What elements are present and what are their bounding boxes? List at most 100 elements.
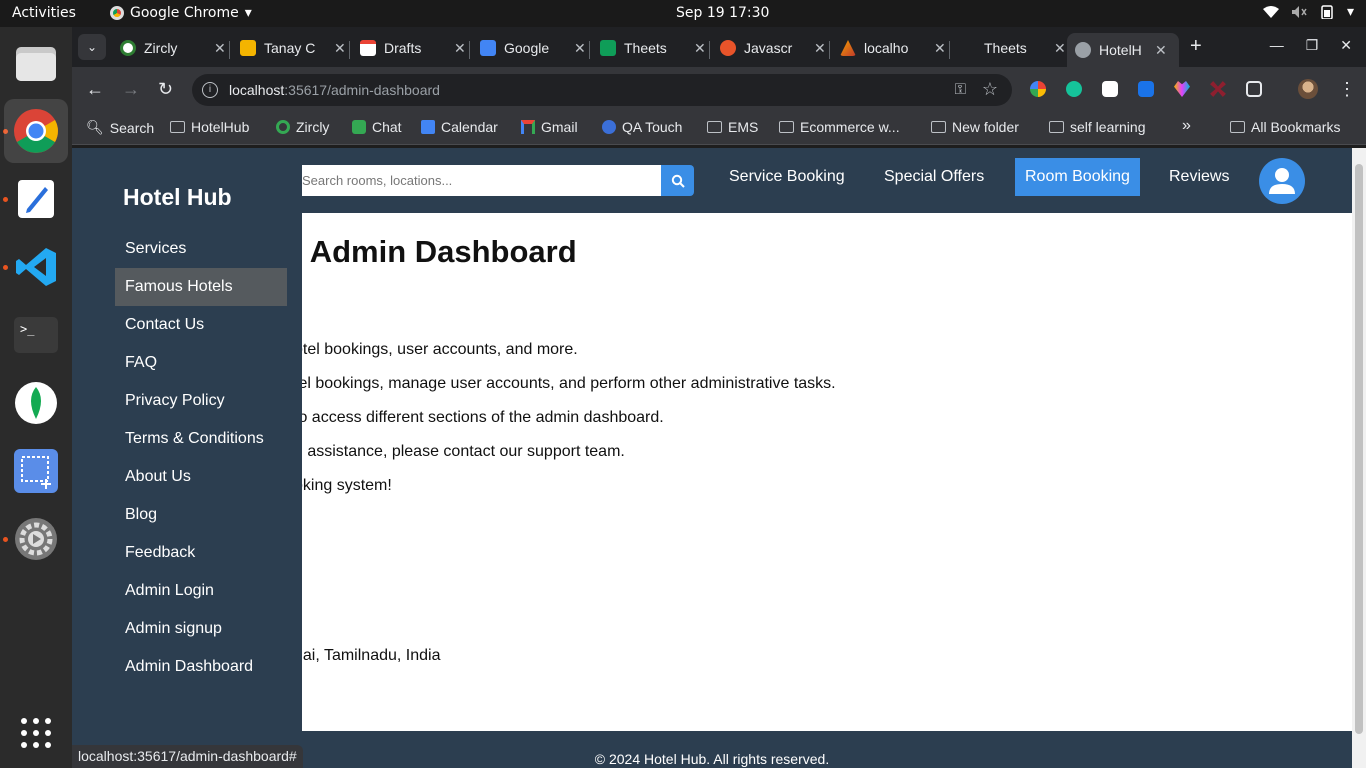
app-menu[interactable]: Google Chrome ▾ [110,5,252,21]
back-button[interactable]: ← [86,79,104,100]
bookmark-zircly[interactable]: Zircly [276,119,329,135]
tab-gmail-drafts[interactable]: Drafts ✕ [352,33,466,63]
x-extension-icon[interactable] [1210,81,1226,97]
notion-extension-icon[interactable] [1102,81,1118,97]
color-picker-extension-icon[interactable] [1030,81,1046,97]
tab-google-calendar[interactable]: Google ✕ [472,33,586,63]
sidebar-item-privacy-policy[interactable]: Privacy Policy [115,382,287,420]
scrollbar-thumb[interactable] [1355,164,1363,734]
nav-special-offers[interactable]: Special Offers [874,158,994,196]
close-icon[interactable]: ✕ [214,40,226,57]
vscode-icon [16,248,56,286]
bookmark-ecommerce[interactable]: Ecommerce w... [779,119,900,135]
sidebar-item-terms[interactable]: Terms & Conditions [115,420,287,458]
tab-hotelhub-active[interactable]: HotelH ✕ [1067,33,1179,67]
mongodb-app-icon[interactable] [12,379,60,427]
system-tray[interactable]: ▾ [1262,4,1354,20]
running-indicator [3,265,8,270]
star-icon[interactable]: ☆ [982,79,998,100]
close-icon[interactable]: ✕ [814,40,826,57]
grammarly-extension-icon[interactable] [1066,81,1082,97]
more-menu-icon[interactable]: ⋮ [1338,79,1356,100]
bookmark-all-bookmarks[interactable]: All Bookmarks [1230,119,1340,135]
sidebar-item-admin-dashboard[interactable]: Admin Dashboard [115,648,287,686]
tab-separator [349,41,350,59]
activities-button[interactable]: Activities [12,5,76,21]
folder-icon [170,121,185,133]
tab-search-button[interactable]: ⌄ [78,34,106,60]
tab-sheets-2[interactable]: Theets ✕ [952,33,1066,63]
key-icon[interactable]: ⚿ [955,81,966,98]
maximize-icon[interactable]: ❐ [1306,37,1319,54]
sidebar-menu: Hotel Hub Services Famous Hotels Contact… [72,148,302,731]
url-text: localhost:35617/admin-dashboard [229,82,440,98]
screenshot-app-icon[interactable] [12,447,60,495]
search-button[interactable] [661,165,694,196]
minimize-icon[interactable]: — [1270,37,1284,54]
nav-room-booking[interactable]: Room Booking [1015,158,1140,196]
chrome-app-icon[interactable] [4,99,68,163]
close-icon[interactable]: ✕ [1155,42,1167,59]
close-window-icon[interactable]: ✕ [1340,37,1352,54]
page-scrollbar[interactable] [1352,148,1366,768]
tab-localhost[interactable]: localho ✕ [832,33,946,63]
bookmark-label: New folder [952,119,1019,135]
bookmark-ems[interactable]: EMS [707,119,758,135]
close-icon[interactable]: ✕ [694,40,706,57]
sidebar-item-faq[interactable]: FAQ [115,344,287,382]
sidebar-item-famous-hotels[interactable]: Famous Hotels [115,268,287,306]
sidebar-item-about-us[interactable]: About Us [115,458,287,496]
profile-avatar[interactable] [1298,79,1318,99]
close-icon[interactable]: ✕ [574,40,586,57]
nav-service-booking[interactable]: Service Booking [719,158,855,196]
terminal-app-icon[interactable]: >_ [12,311,60,359]
tab-chat[interactable]: Tanay C ✕ [232,33,346,63]
chrome-icon [14,109,58,153]
clock[interactable]: Sep 19 17:30 [676,5,769,21]
forward-button[interactable]: → [122,79,140,100]
fi-extension-icon[interactable] [1138,81,1154,97]
close-icon[interactable]: ✕ [454,40,466,57]
bookmark-label: Chat [372,119,402,135]
search-input[interactable] [282,165,661,196]
tab-zircly[interactable]: Zircly ✕ [112,33,226,63]
more-bookmarks-button[interactable]: » [1182,117,1191,135]
page-title: e Admin Dashboard [285,234,577,269]
files-app-icon[interactable] [12,39,60,87]
close-icon[interactable]: ✕ [934,40,946,57]
bookmark-gmail[interactable]: Gmail [521,119,578,135]
sidebar-item-blog[interactable]: Blog [115,496,287,534]
close-icon[interactable]: ✕ [1054,40,1066,57]
calendar-favicon-icon [480,40,496,56]
new-tab-button[interactable]: + [1190,35,1202,58]
tab-sheets-1[interactable]: Theets ✕ [592,33,706,63]
close-icon[interactable]: ✕ [334,40,346,57]
extensions-puzzle-icon[interactable] [1246,81,1262,97]
sidebar-brand[interactable]: Hotel Hub [123,184,232,211]
address-bar[interactable]: i localhost:35617/admin-dashboard ⚿ ☆ [192,74,1012,106]
user-icon [1269,168,1295,194]
settings-app-icon[interactable] [12,515,60,563]
reload-button[interactable]: ↻ [158,79,173,100]
text-editor-app-icon[interactable] [12,175,60,223]
sidebar-item-feedback[interactable]: Feedback [115,534,287,572]
bookmark-calendar[interactable]: Calendar [421,119,498,135]
bookmark-qa-touch[interactable]: QA Touch [602,119,682,135]
heart-extension-icon[interactable] [1174,81,1190,97]
bookmark-search[interactable]: 🔍︎ Search [86,119,154,136]
nav-reviews[interactable]: Reviews [1159,158,1239,196]
sidebar-item-contact-us[interactable]: Contact Us [115,306,287,344]
sidebar-item-services[interactable]: Services [115,230,287,268]
show-apps-button[interactable] [12,709,60,757]
bookmark-chat[interactable]: Chat [352,119,402,135]
sidebar-item-admin-login[interactable]: Admin Login [115,572,287,610]
user-avatar[interactable] [1259,158,1305,204]
bookmark-hotelhub[interactable]: HotelHub [170,119,249,135]
bookmark-self-learning[interactable]: self learning [1049,119,1146,135]
bookmark-new-folder[interactable]: New folder [931,119,1019,135]
tab-javascript[interactable]: Javascr ✕ [712,33,826,63]
double-chevron-right-icon: » [1182,117,1191,134]
vscode-app-icon[interactable] [12,243,60,291]
sidebar-item-admin-signup[interactable]: Admin signup [115,610,287,648]
site-info-icon[interactable]: i [202,82,218,98]
